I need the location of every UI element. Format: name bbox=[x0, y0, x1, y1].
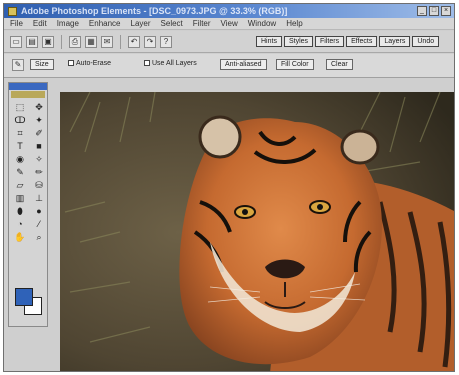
blur-tool-icon[interactable]: ⬮ bbox=[12, 206, 28, 217]
title-bar: Adobe Photoshop Elements - [DSC_0973.JPG… bbox=[4, 4, 454, 18]
cookie-cutter-icon[interactable]: ✧ bbox=[31, 154, 47, 165]
tiger-right-ear bbox=[340, 129, 380, 165]
tiger-left-ear bbox=[198, 115, 242, 159]
tool-grid: ⬚ ✥ ↀ ✦ ⌗ ✐ T ■ ◉ ✧ ✎ ✏ ▱ ⛁ ▥ ⊥ ⬮ ● ◔ ⁄ … bbox=[9, 99, 47, 246]
eyedropper-icon[interactable]: ⁄ bbox=[31, 219, 47, 230]
all-layers-label: Use All Layers bbox=[152, 60, 197, 67]
menu-filter[interactable]: Filter bbox=[193, 19, 211, 28]
help-icon[interactable]: ? bbox=[160, 35, 172, 48]
menu-enhance[interactable]: Enhance bbox=[89, 19, 121, 28]
menu-layer[interactable]: Layer bbox=[131, 19, 151, 28]
app-icon bbox=[8, 6, 17, 16]
menu-select[interactable]: Select bbox=[161, 19, 183, 28]
lasso-tool-icon[interactable]: ↀ bbox=[12, 115, 28, 126]
app-window: Adobe Photoshop Elements - [DSC_0973.JPG… bbox=[3, 3, 455, 372]
window-controls: _ □ × bbox=[417, 6, 451, 16]
crop-tool-icon[interactable]: ⌗ bbox=[12, 128, 28, 139]
toolbox-title bbox=[9, 83, 47, 90]
menu-file[interactable]: File bbox=[10, 19, 23, 28]
save-icon[interactable]: ▣ bbox=[42, 35, 54, 48]
tab-filters[interactable]: Filters bbox=[315, 36, 345, 47]
new-icon[interactable]: ▭ bbox=[10, 35, 22, 48]
print-preview-icon[interactable]: ▦ bbox=[85, 35, 97, 48]
tab-layers[interactable]: Layers bbox=[379, 36, 411, 47]
clear-button[interactable]: Clear bbox=[326, 59, 353, 70]
gradient-tool-icon[interactable]: ▥ bbox=[12, 193, 28, 204]
all-layers-checkbox[interactable] bbox=[144, 60, 150, 66]
all-layers-option[interactable]: Use All Layers bbox=[144, 60, 197, 67]
fill-color-button[interactable]: Fill Color bbox=[276, 59, 314, 70]
close-button[interactable]: × bbox=[441, 6, 451, 16]
selection-brush-icon[interactable]: ✐ bbox=[31, 128, 47, 139]
dodge-tool-icon[interactable]: ◔ bbox=[12, 219, 28, 230]
auto-erase-label: Auto-Erase bbox=[76, 60, 112, 67]
toolbox-logo bbox=[11, 91, 45, 98]
minimize-button[interactable]: _ bbox=[417, 6, 427, 16]
shape-tool-icon[interactable]: ■ bbox=[31, 141, 47, 152]
type-tool-icon[interactable]: T bbox=[12, 141, 28, 152]
window-title: Adobe Photoshop Elements - [DSC_0973.JPG… bbox=[21, 6, 288, 16]
toolbar-divider bbox=[61, 34, 62, 49]
hand-tool-icon[interactable]: ✋ bbox=[12, 232, 28, 243]
auto-erase-option[interactable]: Auto-Erase bbox=[68, 60, 111, 67]
anti-aliased-button[interactable]: Anti-aliased bbox=[220, 59, 267, 70]
menu-window[interactable]: Window bbox=[248, 19, 276, 28]
red-eye-icon[interactable]: ◉ bbox=[12, 154, 28, 165]
zoom-tool-icon[interactable]: ⌕ bbox=[31, 232, 47, 243]
clone-stamp-icon[interactable]: ⊥ bbox=[31, 193, 47, 204]
auto-erase-checkbox[interactable] bbox=[68, 60, 74, 66]
paint-bucket-icon[interactable]: ⛁ bbox=[31, 180, 47, 191]
menu-help[interactable]: Help bbox=[286, 19, 302, 28]
tiger-photo bbox=[60, 92, 454, 371]
toolbar-divider bbox=[120, 34, 121, 49]
color-swatches bbox=[15, 288, 43, 316]
toolbox: ⬚ ✥ ↀ ✦ ⌗ ✐ T ■ ◉ ✧ ✎ ✏ ▱ ⛁ ▥ ⊥ ⬮ ● ◔ ⁄ … bbox=[8, 82, 48, 327]
tool-options-bar: ✎ Size Auto-Erase Use All Layers Anti-al… bbox=[4, 54, 454, 78]
pencil-tool-icon[interactable]: ✏ bbox=[31, 167, 47, 178]
open-icon[interactable]: ▤ bbox=[26, 35, 38, 48]
print-icon[interactable]: ⎙ bbox=[69, 35, 81, 48]
redo-icon[interactable]: ↷ bbox=[144, 35, 156, 48]
tab-styles[interactable]: Styles bbox=[283, 36, 314, 47]
email-icon[interactable]: ✉ bbox=[101, 35, 113, 48]
sponge-tool-icon[interactable]: ● bbox=[31, 206, 47, 217]
image-canvas[interactable] bbox=[60, 92, 454, 371]
tab-undo[interactable]: Undo bbox=[412, 36, 440, 47]
menu-bar: File Edit Image Enhance Layer Select Fil… bbox=[4, 18, 454, 30]
tab-hints[interactable]: Hints bbox=[256, 36, 282, 47]
brush-tool-icon[interactable]: ✎ bbox=[12, 167, 28, 178]
menu-view[interactable]: View bbox=[221, 19, 238, 28]
tab-effects[interactable]: Effects bbox=[346, 36, 378, 47]
foreground-color-swatch[interactable] bbox=[15, 288, 33, 306]
move-tool-icon[interactable]: ✥ bbox=[31, 102, 47, 113]
magic-wand-icon[interactable]: ✦ bbox=[31, 115, 47, 126]
tool-preset-icon[interactable]: ✎ bbox=[12, 59, 24, 71]
palette-well: Hints Styles Filters Effects Layers Undo bbox=[256, 36, 440, 47]
eraser-tool-icon[interactable]: ▱ bbox=[12, 180, 28, 191]
undo-icon[interactable]: ↶ bbox=[128, 35, 140, 48]
maximize-button[interactable]: □ bbox=[429, 6, 439, 16]
tiger-left-pupil bbox=[242, 209, 248, 215]
shortcuts-toolbar: ▭ ▤ ▣ ⎙ ▦ ✉ ↶ ↷ ? Hints Styles Filters E… bbox=[4, 31, 454, 53]
tiger-right-pupil bbox=[317, 204, 323, 210]
size-field[interactable]: Size bbox=[30, 59, 54, 70]
marquee-tool-icon[interactable]: ⬚ bbox=[12, 102, 28, 113]
menu-edit[interactable]: Edit bbox=[33, 19, 47, 28]
menu-image[interactable]: Image bbox=[57, 19, 79, 28]
